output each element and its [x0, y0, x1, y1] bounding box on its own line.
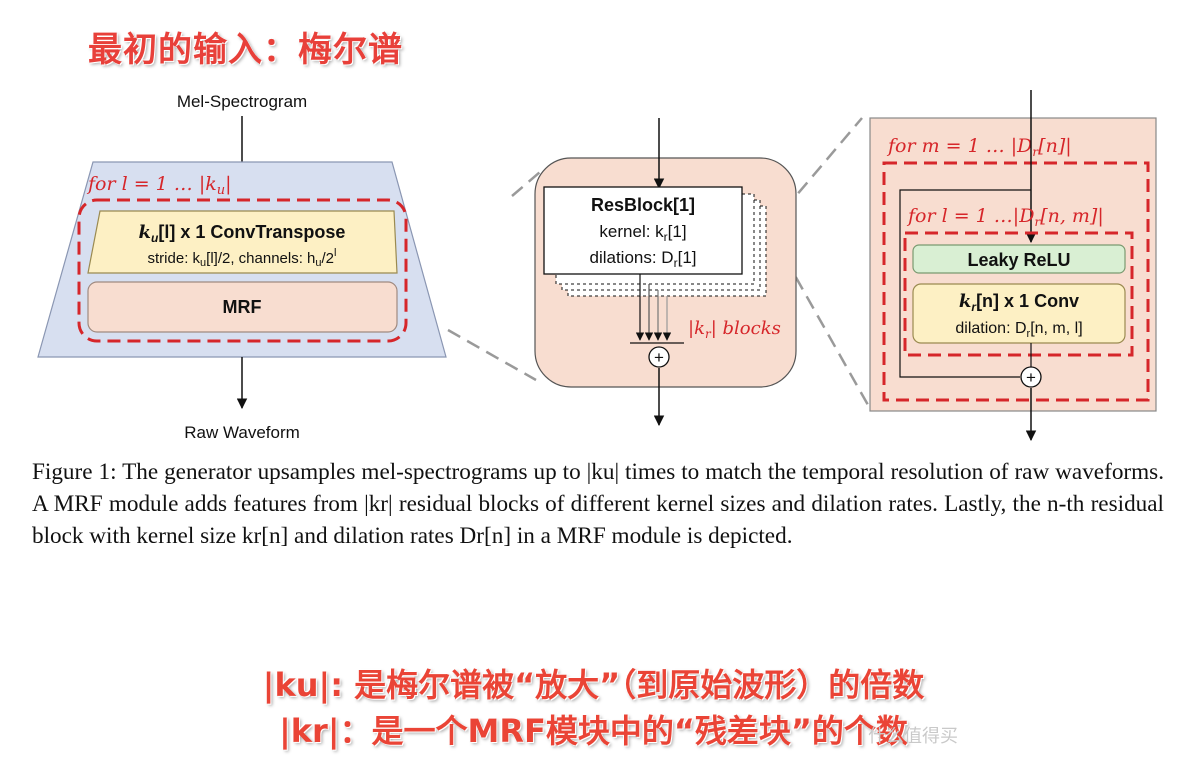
blocks-count-label: |kr| blocks — [688, 318, 781, 341]
middle-panel: ResBlock[1] kernel: kr[1] dilations: Dr[… — [534, 118, 797, 427]
right-panel: for m = 1 … |Dr[n]| for l = 1 …|Dr[n, m]… — [869, 90, 1157, 442]
resblock-kernel: kernel: kr[1] — [599, 222, 686, 244]
outer-loop-label: for m = 1 … |Dr[n]| — [886, 135, 1072, 159]
left-panel: Mel-Spectrogram for l = 1 … |ku| ku[l] x… — [37, 92, 447, 442]
resblock-title: ResBlock[1] — [591, 195, 695, 215]
watermark: 什么值得买 — [868, 726, 958, 747]
left-loop-label: for l = 1 … |ku| — [86, 173, 232, 198]
annotation-ku: |ku|: 是梅尔谱被“放大”（到原始波形）的倍数 — [262, 666, 925, 704]
convtranspose-title: ku[l] x 1 ConvTranspose — [139, 222, 346, 245]
output-label: Raw Waveform — [184, 423, 300, 442]
architecture-diagram: Mel-Spectrogram for l = 1 … |ku| ku[l] x… — [37, 90, 1157, 442]
residual-sum-symbol: + — [1026, 368, 1036, 387]
inner-loop-label: for l = 1 …|Dr[n, m]| — [906, 205, 1104, 229]
mrf-label: MRF — [223, 297, 262, 317]
figure-caption: Figure 1: The generator upsamples mel-sp… — [32, 459, 1164, 549]
zoom-connector-lower-right — [783, 257, 870, 406]
input-label: Mel-Spectrogram — [177, 92, 307, 111]
convtranspose-params: stride: ku[l]/2, channels: hu/2l — [148, 247, 337, 269]
leaky-relu-label: Leaky ReLU — [967, 250, 1070, 270]
resblock-dilations: dilations: Dr[1] — [589, 248, 696, 270]
zoom-connector-lower-left — [447, 328, 537, 382]
sum-symbol: + — [654, 348, 664, 367]
annotation-kr: |kr|：是一个MRF模块中的“残差块”的个数 — [279, 712, 908, 750]
conv-title: kr[n] x 1 Conv — [959, 291, 1079, 314]
